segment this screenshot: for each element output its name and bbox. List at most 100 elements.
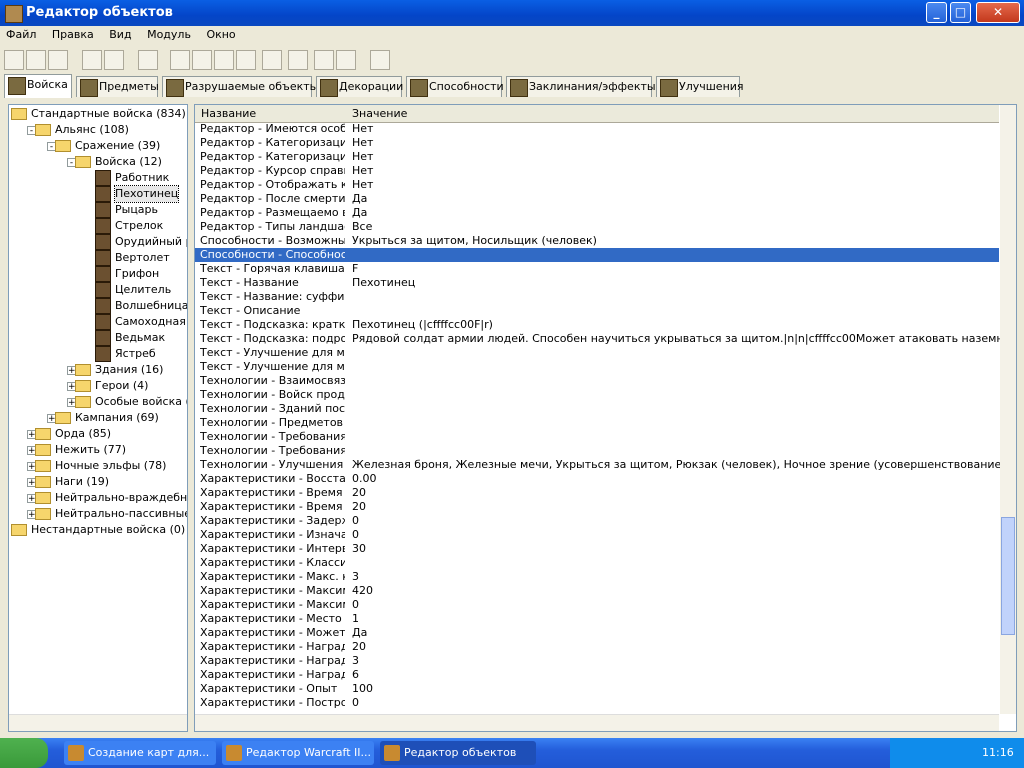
- table-row[interactable]: Редактор - Имеются особ... Нет: [195, 122, 999, 136]
- table-row[interactable]: Характеристики - Награда... 20: [195, 640, 999, 654]
- table-row[interactable]: Текст - Подсказка: подро... Рядовой солда…: [195, 332, 1002, 346]
- folder-icon: [75, 380, 91, 392]
- property-value: 0: [352, 514, 359, 527]
- object-editor-icon[interactable]: [236, 50, 256, 70]
- text-icon[interactable]: [192, 50, 212, 70]
- tree-node-label: Особые войска (7): [95, 395, 187, 408]
- tab-destructibles[interactable]: Разрушаемые объекты: [162, 76, 318, 97]
- grid-vertical-scrollbar[interactable]: [1000, 105, 1016, 714]
- table-row[interactable]: Характеристики - Может б... Да: [195, 626, 999, 640]
- table-row[interactable]: Текст - Улучшение для ма...: [195, 346, 999, 360]
- table-row[interactable]: Характеристики - Максим... 0: [195, 598, 999, 612]
- tree-horizontal-scrollbar[interactable]: [9, 714, 187, 731]
- property-name: Способности - Способност...: [200, 248, 345, 261]
- property-value: Пехотинец: [352, 276, 416, 289]
- table-row[interactable]: Технологии - Взаимосвяз...: [195, 374, 999, 388]
- table-row[interactable]: Технологии - Войск продано: [195, 388, 999, 402]
- property-name: Редактор - Курсор справки: [200, 164, 345, 177]
- tab-doodads[interactable]: Декорации: [316, 76, 403, 97]
- table-row[interactable]: Текст - Улучшение для ма...: [195, 360, 999, 374]
- column-header-name[interactable]: Название: [201, 107, 256, 120]
- table-row[interactable]: Текст - Название Пехотинец: [195, 276, 999, 290]
- table-row[interactable]: Редактор - Категоризация... Нет: [195, 136, 999, 150]
- property-name: Редактор - После смерти ...: [200, 192, 345, 205]
- terrain-icon[interactable]: [170, 50, 190, 70]
- maximize-button[interactable]: □: [950, 2, 971, 23]
- menu-view[interactable]: Вид: [103, 26, 137, 43]
- system-tray: 11:16: [890, 738, 1024, 768]
- items-icon: [80, 79, 98, 97]
- table-row[interactable]: Способности - Возможны... Укрыться за щит…: [195, 234, 999, 248]
- task-object-editor[interactable]: Редактор объектов: [380, 741, 536, 765]
- tab-units[interactable]: Войска: [4, 74, 72, 98]
- close-button[interactable]: ✕: [976, 2, 1020, 23]
- table-row[interactable]: Текст - Подсказка: краткая Пехотинец (|cf…: [195, 318, 999, 332]
- table-row[interactable]: Текст - Название: суффик...: [195, 290, 999, 304]
- table-row[interactable]: Характеристики - Задерж... 0: [195, 514, 999, 528]
- task-browser[interactable]: Создание карт для...: [64, 741, 216, 765]
- table-row[interactable]: Характеристики - Время с... 20: [195, 500, 999, 514]
- tree-node-label: Целитель: [115, 283, 172, 296]
- start-button[interactable]: [0, 738, 48, 768]
- minimize-button[interactable]: _: [926, 2, 947, 23]
- table-row[interactable]: Технологии - Требования: [195, 430, 999, 444]
- property-value: 1: [352, 612, 359, 625]
- table-row[interactable]: Характеристики - Изначал... 0: [195, 528, 999, 542]
- tab-abilities[interactable]: Способности: [406, 76, 504, 97]
- table-row[interactable]: Редактор - Отображать ка... Нет: [195, 178, 999, 192]
- table-row[interactable]: Технологии - Требования: ...: [195, 444, 999, 458]
- table-row[interactable]: Технологии - Зданий пост...: [195, 402, 999, 416]
- menu-module[interactable]: Модуль: [141, 26, 197, 43]
- paste-icon[interactable]: [104, 50, 124, 70]
- table-row[interactable]: Редактор - Размещаемо в... Да: [195, 206, 999, 220]
- property-grid[interactable]: Название Значение Редактор - Имеются осо…: [194, 104, 1017, 732]
- menu-edit[interactable]: Правка: [46, 26, 100, 43]
- copy-icon[interactable]: [82, 50, 102, 70]
- camera-icon[interactable]: [262, 50, 282, 70]
- import-icon[interactable]: [336, 50, 356, 70]
- menu-window[interactable]: Окно: [200, 26, 241, 43]
- ai-icon[interactable]: [288, 50, 308, 70]
- new-file-icon[interactable]: [4, 50, 24, 70]
- table-row[interactable]: Технологии - Улучшения Железная броня, Же…: [195, 458, 1002, 472]
- object-tree[interactable]: Стандартные войска (834) - Альянс (108) - Ср…: [8, 104, 188, 732]
- table-row[interactable]: Редактор - Типы ландшафта Все: [195, 220, 999, 234]
- table-row[interactable]: Характеристики - Построе... 0: [195, 696, 999, 710]
- table-row[interactable]: Способности - Способност...: [195, 248, 999, 262]
- table-row[interactable]: Текст - Горячая клавиша F: [195, 262, 999, 276]
- table-row[interactable]: Технологии - Предметов п...: [195, 416, 999, 430]
- table-row[interactable]: Характеристики - Опыт 100: [195, 682, 999, 696]
- table-row[interactable]: Характеристики - Макс. к... 3: [195, 570, 999, 584]
- test-map-icon[interactable]: [370, 50, 390, 70]
- menu-file[interactable]: Файл: [0, 26, 42, 43]
- table-row[interactable]: Характеристики - Награда... 3: [195, 654, 999, 668]
- destructibles-icon: [166, 79, 184, 97]
- table-row[interactable]: Характеристики - Класси...: [195, 556, 999, 570]
- table-row[interactable]: Характеристики - Награда... 6: [195, 668, 999, 682]
- table-row[interactable]: Характеристики - Место н... 1: [195, 612, 999, 626]
- save-icon[interactable]: [48, 50, 68, 70]
- table-row[interactable]: Характеристики - Интерва... 30: [195, 542, 999, 556]
- table-row[interactable]: Характеристики - Восстан... 0.00: [195, 472, 999, 486]
- open-folder-icon[interactable]: [26, 50, 46, 70]
- tab-buffs[interactable]: Заклинания/эффекты: [506, 76, 656, 97]
- property-name: Характеристики - Время в...: [200, 486, 345, 499]
- table-row[interactable]: Редактор - Категоризация... Нет: [195, 150, 999, 164]
- table-row[interactable]: Текст - Описание: [195, 304, 999, 318]
- tree-node-label: Здания (16): [95, 363, 164, 376]
- property-name: Технологии - Зданий пост...: [200, 402, 345, 415]
- table-row[interactable]: Характеристики - Максим... 420: [195, 584, 999, 598]
- sound-icon[interactable]: [214, 50, 234, 70]
- task-world-editor[interactable]: Редактор Warcraft II...: [222, 741, 374, 765]
- table-row[interactable]: Редактор - Курсор справки Нет: [195, 164, 999, 178]
- column-header-value[interactable]: Значение: [352, 107, 407, 120]
- table-row[interactable]: Характеристики - Время в... 20: [195, 486, 999, 500]
- unit-editor-icon[interactable]: [138, 50, 158, 70]
- grid-horizontal-scrollbar[interactable]: [195, 714, 999, 731]
- clock: 11:16: [982, 746, 1014, 759]
- campaign-icon[interactable]: [314, 50, 334, 70]
- tab-upgrades[interactable]: Улучшения: [656, 76, 744, 97]
- tab-items[interactable]: Предметы: [76, 76, 159, 97]
- scrollbar-thumb[interactable]: [1001, 517, 1015, 635]
- table-row[interactable]: Редактор - После смерти ... Да: [195, 192, 999, 206]
